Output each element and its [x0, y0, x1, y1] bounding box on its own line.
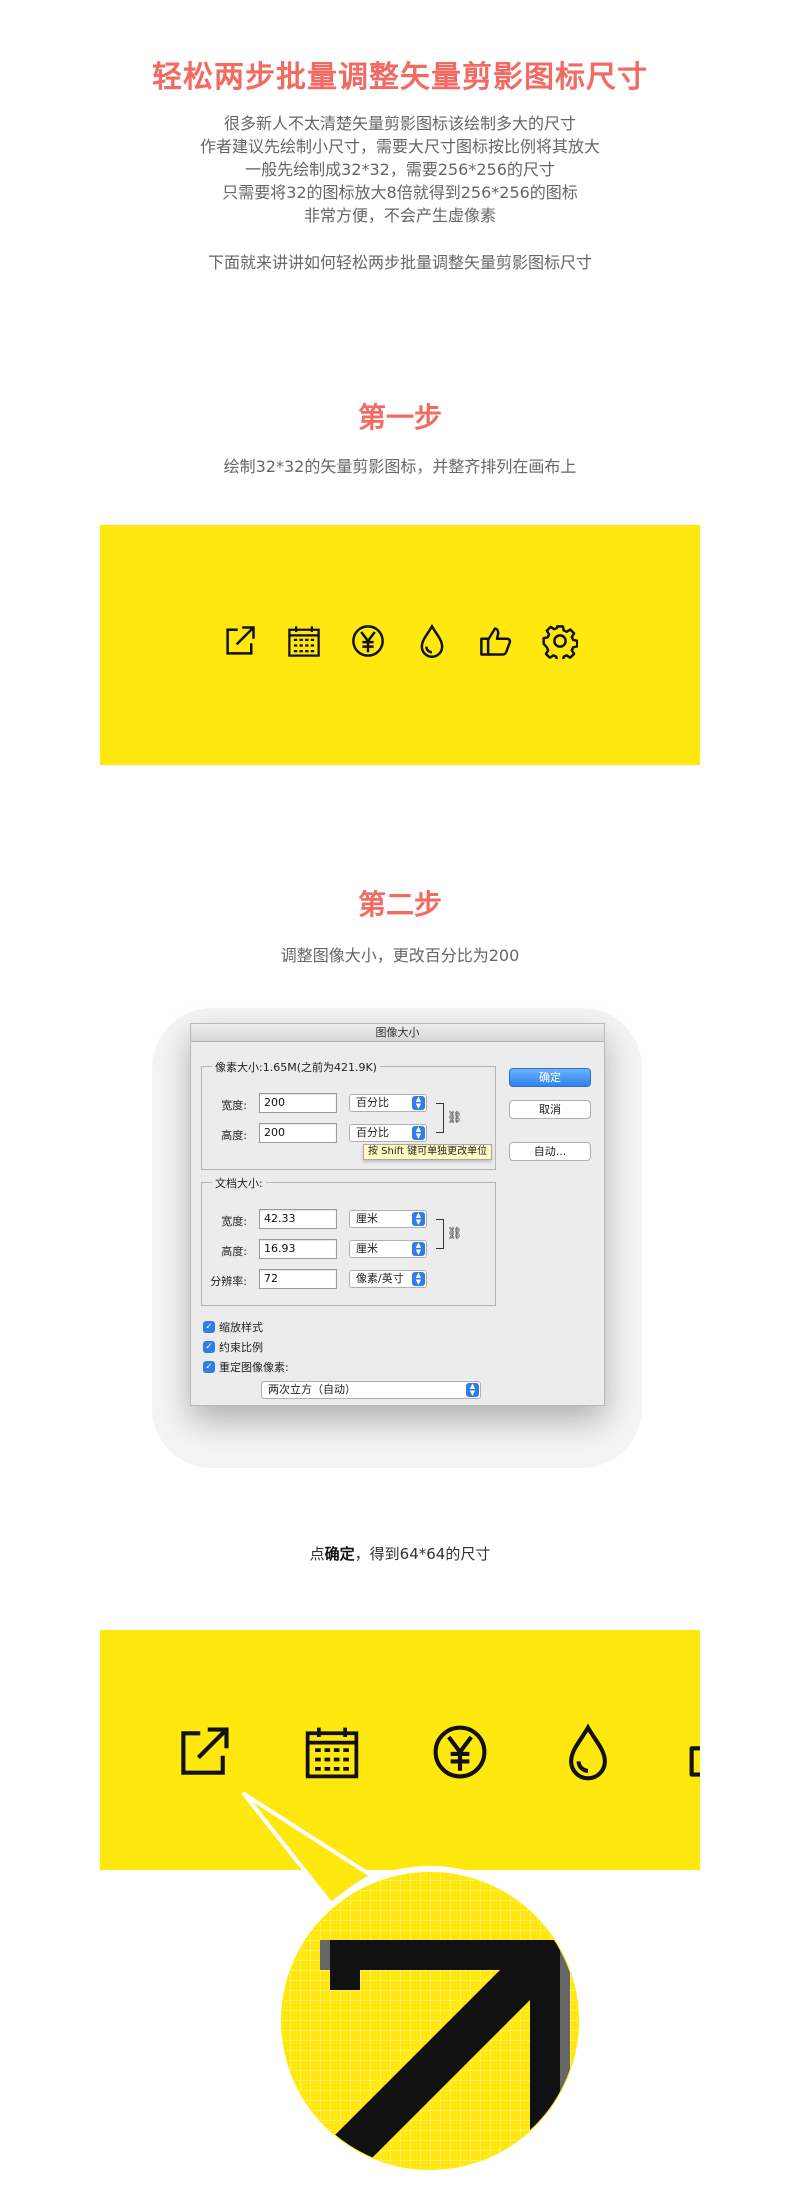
page-title: 轻松两步批量调整矢量剪影图标尺寸: [152, 60, 648, 95]
height-input[interactable]: 200: [259, 1123, 337, 1143]
doc-constrain-bracket: [436, 1219, 444, 1249]
intro-follow: 下面就来讲讲如何轻松两步批量调整矢量剪影图标尺寸: [207, 253, 592, 272]
thumbs-up-icon: [478, 623, 514, 659]
step1-canvas: [100, 525, 700, 765]
resample-label: 重定图像像素:: [219, 1361, 289, 1374]
resample-checkbox[interactable]: ✓ 重定图像像素:: [203, 1359, 289, 1375]
width-unit-select[interactable]: 百分比 ▲ ▼: [349, 1094, 427, 1112]
yen-icon: [350, 623, 386, 659]
result-prefix: 点: [309, 1545, 325, 1563]
external-link-icon: [174, 1722, 234, 1782]
result-bold: 确定: [324, 1545, 355, 1563]
constrain-label: 约束比例: [219, 1341, 263, 1354]
auto-button[interactable]: 自动...: [509, 1142, 591, 1161]
height-label: 高度:: [221, 1129, 247, 1142]
width-unit-value: 百分比: [356, 1096, 389, 1109]
tooltip: 按 Shift 键可单独更改单位: [363, 1144, 493, 1160]
intro-line: 非常方便，不会产生虚像素: [303, 206, 496, 225]
constrain-bracket: [436, 1103, 444, 1133]
resolution-unit-value: 像素/英寸: [356, 1272, 404, 1285]
select-arrows-icon: ▲ ▼: [466, 1383, 479, 1397]
external-link-icon: [222, 623, 258, 659]
doc-width-input[interactable]: 42.33: [259, 1209, 337, 1229]
doc-width-unit-select[interactable]: 厘米 ▲ ▼: [349, 1210, 427, 1228]
select-arrows-icon: ▲ ▼: [412, 1242, 425, 1256]
thumbs-up-icon: [686, 1722, 700, 1782]
select-arrows-icon: ▲ ▼: [412, 1126, 425, 1140]
intro-line: 只需要将32的图标放大8倍就得到256*256的图标: [222, 183, 578, 202]
intro-line: 一般先绘制成32*32，需要256*256的尺寸: [245, 160, 555, 179]
yen-icon: [430, 1722, 490, 1782]
cancel-button[interactable]: 取消: [509, 1100, 591, 1119]
drop-icon: [414, 623, 450, 659]
doc-width-unit-value: 厘米: [356, 1212, 378, 1225]
intro-line: 作者建议先绘制小尺寸，需要大尺寸图标按比例将其放大: [199, 137, 600, 156]
scale-styles-label: 缩放样式: [219, 1321, 263, 1334]
doc-width-label: 宽度:: [221, 1215, 247, 1228]
step1-desc: 绘制32*32的矢量剪影图标，并整齐排列在画布上: [223, 457, 577, 476]
check-icon: ✓: [203, 1341, 215, 1353]
image-size-dialog: 图像大小 像素大小:1.65M(之前为421.9K) 宽度: 200 百分比 ▲…: [190, 1023, 605, 1406]
height-unit-value: 百分比: [356, 1126, 389, 1139]
drop-icon: [558, 1722, 618, 1782]
resolution-label: 分辨率:: [210, 1275, 247, 1288]
width-label: 宽度:: [221, 1099, 247, 1112]
ok-button[interactable]: 确定: [509, 1068, 591, 1087]
document-size-legend: 文档大小:: [212, 1175, 266, 1191]
select-arrows-icon: ▲ ▼: [412, 1212, 425, 1226]
intro-line: 很多新人不太清楚矢量剪影图标该绘制多大的尺寸: [223, 114, 576, 133]
step2-title: 第二步: [357, 888, 442, 921]
step1-title: 第一步: [357, 401, 442, 434]
doc-height-unit-select[interactable]: 厘米 ▲ ▼: [349, 1240, 427, 1258]
select-arrows-icon: ▲ ▼: [412, 1272, 425, 1286]
calendar-icon: [302, 1722, 362, 1782]
doc-height-input[interactable]: 16.93: [259, 1239, 337, 1259]
width-input[interactable]: 200: [259, 1093, 337, 1113]
resample-method-value: 两次立方（自动）: [268, 1383, 356, 1396]
chain-link-icon: ⛓: [447, 1226, 463, 1240]
dialog-title: 图像大小: [191, 1024, 604, 1042]
resample-method-select[interactable]: 两次立方（自动） ▲ ▼: [261, 1381, 481, 1399]
scale-styles-checkbox[interactable]: ✓ 缩放样式: [203, 1319, 263, 1335]
intro-text: 很多新人不太清楚矢量剪影图标该绘制多大的尺寸 作者建议先绘制小尺寸，需要大尺寸图…: [0, 112, 800, 274]
height-unit-select[interactable]: 百分比 ▲ ▼: [349, 1124, 427, 1142]
result-suffix: ，得到64*64的尺寸: [354, 1545, 491, 1563]
chain-link-icon: ⛓: [447, 1110, 463, 1124]
doc-height-unit-value: 厘米: [356, 1242, 378, 1255]
check-icon: ✓: [203, 1321, 215, 1333]
gear-icon: [542, 623, 578, 659]
zoom-callout: [242, 1792, 585, 2176]
step2-desc: 调整图像大小，更改百分比为200: [280, 946, 520, 965]
doc-height-label: 高度:: [221, 1245, 247, 1258]
resolution-input[interactable]: 72: [259, 1269, 337, 1289]
result-text: 点确定，得到64*64的尺寸: [0, 1543, 800, 1564]
pixel-dimensions-legend: 像素大小:1.65M(之前为421.9K): [212, 1059, 380, 1075]
select-arrows-icon: ▲ ▼: [412, 1096, 425, 1110]
check-icon: ✓: [203, 1361, 215, 1373]
resolution-unit-select[interactable]: 像素/英寸 ▲ ▼: [349, 1270, 427, 1288]
calendar-icon: [286, 623, 322, 659]
constrain-checkbox[interactable]: ✓ 约束比例: [203, 1339, 263, 1355]
